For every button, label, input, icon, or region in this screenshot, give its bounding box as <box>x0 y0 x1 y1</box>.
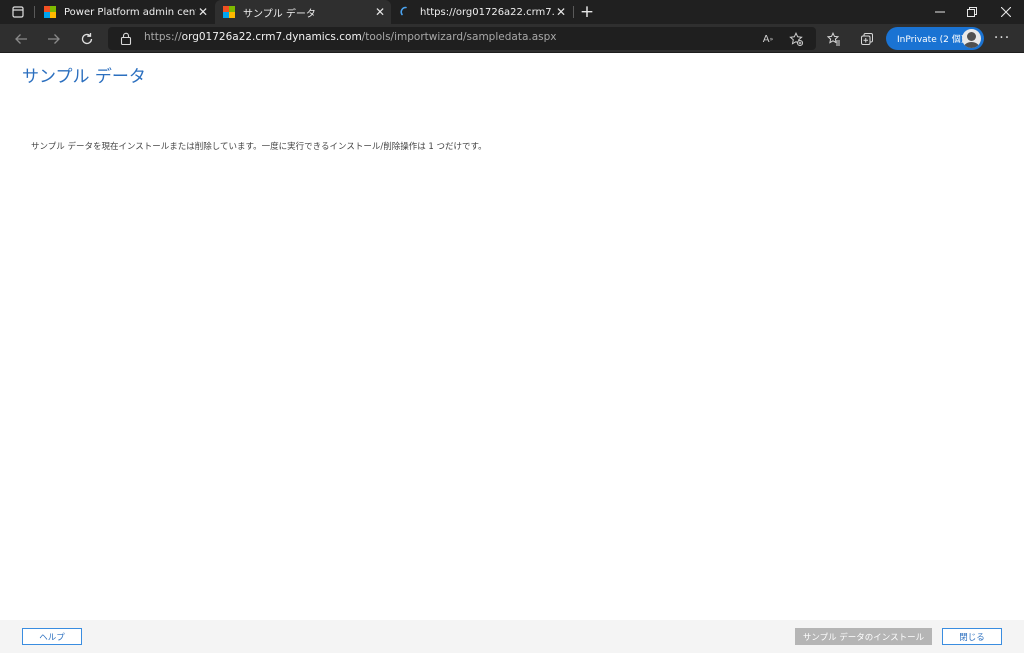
minimize-button[interactable] <box>923 0 957 24</box>
collections-icon[interactable] <box>858 30 876 48</box>
restore-button[interactable] <box>955 0 989 24</box>
browser-toolbar: https://org01726a22.crm7.dynamics.com/to… <box>0 24 1024 53</box>
forward-button[interactable] <box>44 29 64 49</box>
close-tab-icon[interactable]: ✕ <box>373 5 387 19</box>
close-button[interactable]: 閉じる <box>942 628 1002 645</box>
window-close-button[interactable] <box>989 0 1023 24</box>
close-tab-icon[interactable]: ✕ <box>554 5 568 19</box>
tab-org-url[interactable]: https://org01726a22.crm7.dynamic ✕ <box>392 0 572 24</box>
window-icon <box>12 6 24 18</box>
lock-icon[interactable] <box>120 32 132 45</box>
address-bar[interactable]: https://org01726a22.crm7.dynamics.com/to… <box>108 27 816 50</box>
tab-power-platform[interactable]: Power Platform admin center ✕ <box>36 0 214 24</box>
microsoft-logo-icon <box>44 6 56 18</box>
url-path: /tools/importwizard/sampledata.aspx <box>361 31 557 43</box>
more-menu-icon[interactable]: ··· <box>993 30 1011 48</box>
url-scheme: https:// <box>144 31 182 43</box>
restore-icon <box>967 7 977 17</box>
status-message: サンプル データを現在インストールまたは削除しています。一度に実行できるインスト… <box>31 142 487 152</box>
inprivate-label: InPrivate (2 個) <box>897 35 965 45</box>
arrow-right-icon <box>48 34 60 44</box>
page-title: サンプル データ <box>22 67 146 87</box>
help-button[interactable]: ヘルプ <box>22 628 82 645</box>
refresh-button[interactable] <box>77 29 97 49</box>
read-aloud-icon[interactable]: A» <box>760 31 776 47</box>
browser-tab-strip: Power Platform admin center ✕ サンプル データ ✕… <box>0 0 1024 24</box>
tab-title: https://org01726a22.crm7.dynamic <box>420 6 554 18</box>
tab-separator <box>34 6 35 18</box>
tab-sample-data[interactable]: サンプル データ ✕ <box>215 0 391 24</box>
minimize-icon <box>935 11 945 13</box>
url-text[interactable]: https://org01726a22.crm7.dynamics.com/to… <box>144 31 557 43</box>
tab-actions-icon[interactable] <box>10 4 26 20</box>
install-sample-data-button[interactable]: サンプル データのインストール <box>795 628 932 645</box>
tab-title: サンプル データ <box>243 8 316 20</box>
avatar <box>962 29 981 48</box>
close-icon <box>1001 7 1011 17</box>
microsoft-logo-icon <box>223 6 235 18</box>
arrow-left-icon <box>15 34 27 44</box>
url-host: org01726a22.crm7.dynamics.com <box>181 31 362 43</box>
new-tab-button[interactable]: + <box>578 2 596 22</box>
dialog-footer: ヘルプ サンプル データのインストール 閉じる <box>0 620 1024 653</box>
refresh-icon <box>81 33 93 45</box>
back-button[interactable] <box>11 29 31 49</box>
close-tab-icon[interactable]: ✕ <box>196 5 210 19</box>
tab-title: Power Platform admin center <box>64 6 196 18</box>
favorites-icon[interactable] <box>825 30 843 48</box>
inprivate-profile-button[interactable]: InPrivate (2 個) <box>886 27 984 50</box>
tab-separator <box>573 6 574 18</box>
loading-spinner-icon <box>400 6 412 18</box>
page-content: サンプル データ サンプル データを現在インストールまたは削除しています。一度に… <box>0 54 1024 653</box>
add-favorite-icon[interactable] <box>788 31 804 47</box>
